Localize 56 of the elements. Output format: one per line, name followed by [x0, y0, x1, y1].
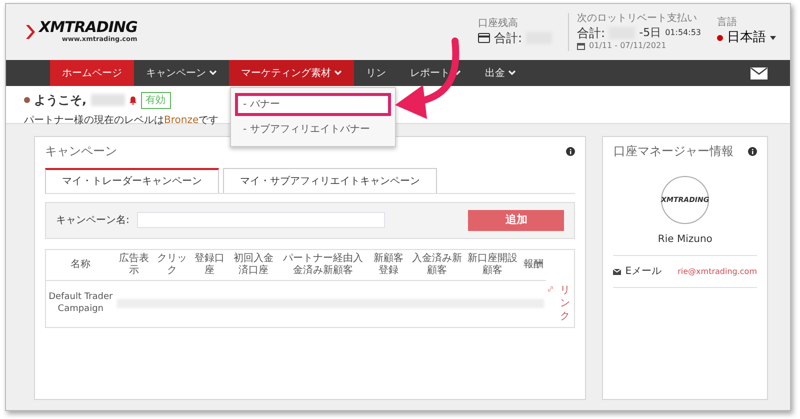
column-header: 入金済み新顧客: [409, 249, 465, 280]
campaign-name-cell: Default Trader Campaign: [46, 280, 116, 328]
balance-label: 口座残高: [478, 18, 519, 28]
nav-tab[interactable]: マーケティング素材: [229, 60, 354, 86]
status-badge: 有効: [140, 92, 171, 108]
logo-chevron-icon: [26, 25, 35, 39]
level-text: です: [198, 114, 219, 128]
status-dot-icon: [24, 97, 30, 103]
column-header: 広告表示: [115, 249, 154, 280]
redacted-name: [90, 94, 125, 106]
language-selector[interactable]: 日本語: [717, 28, 776, 48]
column-header: 報酬: [520, 249, 546, 280]
column-header: 登録口座: [190, 249, 229, 280]
flag-dot-icon: [717, 34, 723, 40]
campaign-name-label: キャンペーン名:: [56, 214, 130, 228]
card-icon: [478, 32, 490, 42]
column-header: 名称: [46, 249, 116, 280]
link-anchor[interactable]: リンク: [548, 284, 572, 323]
countdown-days: -5日: [639, 24, 662, 42]
calendar-icon: [577, 42, 586, 50]
dropdown-item[interactable]: - サブアフィリエイトバナー: [235, 118, 391, 141]
campaign-name-field[interactable]: [137, 212, 386, 228]
nav-tab[interactable]: ホームページ: [50, 60, 134, 86]
campaign-tab[interactable]: マイ・トレーダーキャンペーン: [45, 168, 219, 193]
column-header: パートナー経由入金済み新顧客: [278, 249, 368, 280]
language-label: 言語: [717, 16, 738, 28]
level-text: パートナー様の現在のレベルは: [24, 114, 164, 128]
nav-tab[interactable]: 出金: [473, 60, 528, 86]
panel-title: 口座マネージャー情報: [613, 143, 734, 160]
balance-total-label: 合計:: [494, 30, 522, 46]
caret-icon: [770, 36, 776, 40]
campaign-tab[interactable]: マイ・サブアフィリエイトキャンペーン: [223, 168, 437, 193]
welcome-greeting: ようこそ,: [34, 92, 87, 109]
bell-icon: [128, 96, 137, 104]
logo-text: XMTRADING: [39, 20, 138, 35]
level-name: Bronze: [164, 114, 199, 128]
manager-name: Rie Mizuno: [656, 233, 714, 247]
email-label: Eメール: [625, 265, 662, 279]
info-icon: [566, 146, 576, 156]
column-header: クリック: [153, 249, 191, 280]
column-header: 新顧客登録: [367, 249, 410, 280]
panel-title: キャンペーン: [45, 143, 117, 160]
mail-icon: [750, 66, 768, 80]
rebate-label: 次のロットリベート支払い: [577, 13, 698, 24]
countdown-time: 01:54:53: [665, 27, 701, 40]
nav-tab[interactable]: リン: [354, 60, 398, 86]
nav-tab[interactable]: キャンペーン: [134, 60, 229, 86]
rebate-total-label: 合計:: [577, 25, 606, 42]
email-link[interactable]: rie@xmtrading.com: [678, 266, 757, 278]
dropdown-item[interactable]: - バナー: [235, 93, 391, 116]
mail-icon: [613, 268, 622, 274]
column-header: 初回入金済口座: [228, 249, 278, 280]
nav-tab[interactable]: レポート: [398, 60, 473, 86]
info-icon: [748, 146, 757, 156]
column-header: 新口座開設顧客: [464, 249, 520, 280]
period-text: 01/11 - 07/11/2021: [589, 42, 666, 51]
